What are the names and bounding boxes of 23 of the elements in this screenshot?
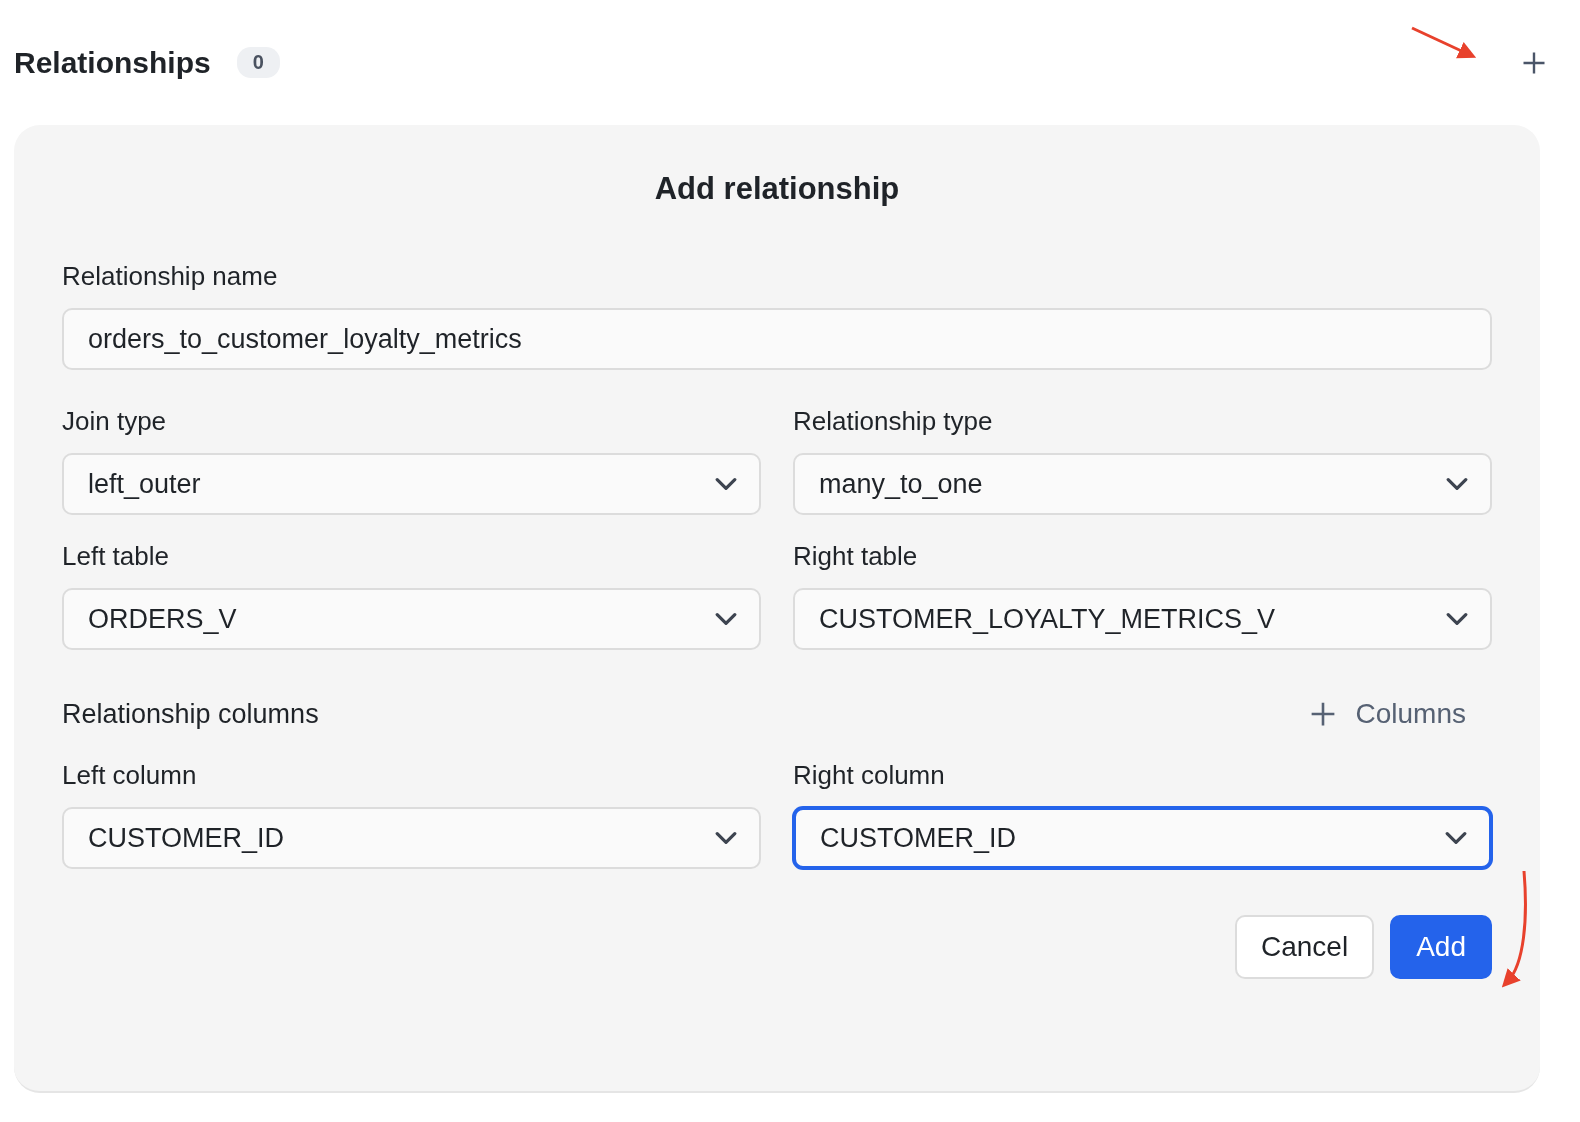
- dropdown[interactable]: many_to_one: [793, 453, 1492, 515]
- section-title: Relationships: [14, 45, 211, 80]
- field-label: Right table: [793, 541, 919, 572]
- dropdown[interactable]: CUSTOMER_ID: [62, 807, 761, 869]
- field-label: Right column: [793, 760, 946, 791]
- add-button[interactable]: Add: [1390, 915, 1492, 979]
- section-label: Relationship columns: [62, 698, 319, 730]
- field-label: Join type: [62, 406, 168, 437]
- name-input[interactable]: orders_to_customer_loyalty_metrics: [62, 308, 1492, 370]
- field-label: Left table: [62, 541, 170, 572]
- field-label: Relationship type: [793, 406, 994, 437]
- plus-icon: [1522, 50, 1546, 75]
- plus-icon: [1309, 701, 1336, 727]
- dropdown[interactable]: CUSTOMER_LOYALTY_METRICS_V: [793, 588, 1492, 650]
- count-badge: 0: [236, 47, 280, 78]
- add-columns-button[interactable]: Columns: [1309, 698, 1492, 730]
- form-title: Add relationship: [653, 171, 901, 207]
- dropdown[interactable]: CUSTOMER_ID: [793, 807, 1492, 869]
- dropdown[interactable]: left_outer: [62, 453, 761, 515]
- cancel-button[interactable]: Cancel: [1235, 915, 1375, 979]
- field-label: Relationship name: [62, 261, 279, 292]
- field-label: Left column: [62, 760, 198, 791]
- dropdown[interactable]: ORDERS_V: [62, 588, 761, 650]
